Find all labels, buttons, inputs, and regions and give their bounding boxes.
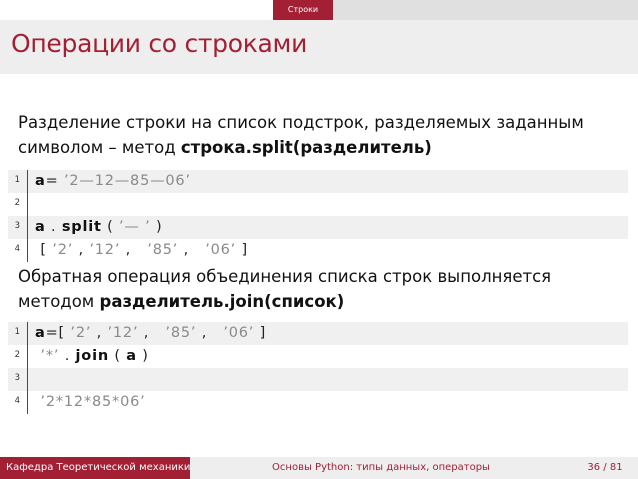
code-text: a= ’2—12—85—06’ [35, 172, 191, 191]
code-token: ) [136, 348, 149, 364]
line-divider [27, 216, 28, 239]
code-string: ’2*12*85*06’ [40, 394, 146, 410]
code-token: ) [150, 219, 163, 235]
code-keyword: a [35, 219, 46, 235]
line-number: 3 [14, 221, 20, 231]
code-token: . [59, 348, 76, 364]
code-token: , [91, 325, 108, 341]
code-token: ] [236, 242, 248, 258]
line-number: 1 [14, 327, 20, 337]
line-divider [27, 239, 28, 262]
line-number: 4 [14, 396, 20, 406]
footer: Кафедра Теоретической механики Основы Py… [0, 457, 638, 479]
code-token: . [45, 219, 62, 235]
code-line: 1 a=[ ’2’ , ’12’ , ’85’ , ’06’ ] [8, 322, 628, 345]
code-token: , [138, 325, 166, 341]
code-string: ’12’ [89, 242, 121, 258]
code-block-join: 1 a=[ ’2’ , ’12’ , ’85’ , ’06’ ] 2 ’*’ . j… [8, 322, 628, 414]
title-bar: Операции со строками [0, 20, 638, 74]
code-string: ’06’ [223, 325, 255, 341]
code-line: 3 [8, 368, 628, 391]
code-keyword: a [35, 325, 46, 341]
slide-title: Операции со строками [11, 29, 308, 58]
code-text: [ ’2’ , ’12’ , ’85’ , ’06’ ] [35, 241, 248, 260]
footer-course: Основы Python: типы данных, операторы [190, 457, 572, 479]
code-token: ] [254, 325, 267, 341]
line-number: 2 [14, 350, 20, 360]
code-token: = [45, 173, 64, 189]
line-divider [27, 193, 28, 216]
section-tab[interactable]: Строки [273, 0, 333, 20]
code-text: ’2*12*85*06’ [35, 393, 146, 412]
code-string: ’85’ [165, 325, 197, 341]
line-number: 2 [14, 198, 20, 208]
code-line: 1 a= ’2—12—85—06’ [8, 170, 628, 193]
line-divider [27, 322, 28, 345]
code-block-split: 1 a= ’2—12—85—06’ 2 3 a . split ( ’— ’ ) 4 [ … [8, 170, 628, 262]
code-string: ’12’ [107, 325, 139, 341]
footer-page-number: 36 / 81 [572, 457, 638, 479]
code-keyword: split [61, 219, 102, 235]
line-divider [27, 368, 28, 391]
code-string: ’2’ [52, 242, 74, 258]
code-text: ’*’ . join ( a ) [35, 347, 149, 366]
code-token: =[ [45, 325, 71, 341]
code-text: a . split ( ’— ’ ) [35, 218, 162, 237]
code-token: , [73, 242, 90, 258]
code-line: 3 a . split ( ’— ’ ) [8, 216, 628, 239]
footer-department: Кафедра Теоретической механики [0, 457, 190, 479]
code-string: ’2—12—85—06’ [63, 173, 191, 189]
code-keyword: join [75, 348, 109, 364]
top-navigation-bar: Строки [0, 0, 638, 20]
code-token: [ [35, 242, 53, 258]
code-line: 2 ’*’ . join ( a ) [8, 345, 628, 368]
code-token: , [178, 242, 206, 258]
split-description: Разделение строки на список подстрок, ра… [18, 110, 618, 160]
join-method-name: разделитель.join(список) [99, 292, 345, 311]
code-keyword: a [126, 348, 137, 364]
line-divider [27, 391, 28, 414]
code-token: ( [108, 348, 127, 364]
line-divider [27, 170, 28, 193]
code-line: 4 ’2*12*85*06’ [8, 391, 628, 414]
line-number: 4 [14, 244, 20, 254]
code-token: , [120, 242, 148, 258]
code-string: ’2’ [70, 325, 92, 341]
top-bar-filler [333, 0, 638, 20]
code-text: a=[ ’2’ , ’12’ , ’85’ , ’06’ ] [35, 324, 266, 343]
line-divider [27, 345, 28, 368]
code-keyword: a [35, 173, 46, 189]
split-method-name: строка.split(разделитель) [180, 138, 432, 157]
code-string: ’06’ [205, 242, 237, 258]
code-line: 4 [ ’2’ , ’12’ , ’85’ , ’06’ ] [8, 239, 628, 262]
code-string: ’85’ [147, 242, 179, 258]
line-number: 3 [14, 373, 20, 383]
code-string: ’— ’ [119, 219, 151, 235]
code-string: ’*’ [40, 348, 60, 364]
code-token: ( [101, 219, 119, 235]
code-token: , [196, 325, 224, 341]
line-number: 1 [14, 175, 20, 185]
join-description: Обратная операция объединения списка стр… [18, 264, 618, 314]
code-line: 2 [8, 193, 628, 216]
